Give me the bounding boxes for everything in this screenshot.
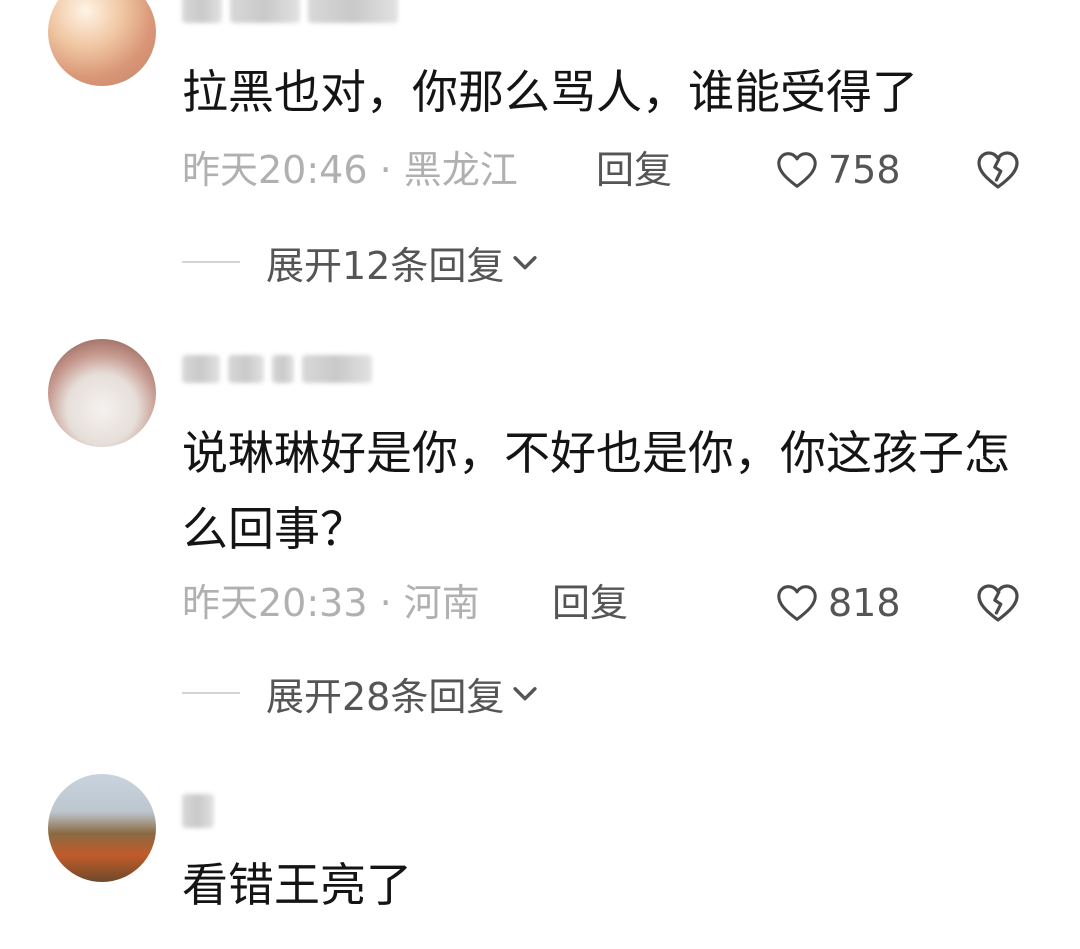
comment-time: 昨天20:33 <box>182 581 368 625</box>
comment-time-location: 昨天20:46 · 黑龙江 <box>182 140 518 200</box>
like-count: 818 <box>828 581 901 625</box>
comment-time-location: 昨天20:33 · 河南 <box>182 573 480 633</box>
reply-button[interactable]: 回复 <box>552 573 628 633</box>
comment-text: 拉黑也对，你那么骂人，谁能受得了 <box>182 65 918 119</box>
comment-meta: 昨天20:33 · 河南 回复 818 <box>182 573 1042 633</box>
comment-time: 昨天20:46 <box>182 148 368 192</box>
comment-meta: 昨天20:46 · 黑龙江 回复 758 <box>182 140 1042 200</box>
divider-line <box>182 692 240 694</box>
avatar[interactable] <box>48 774 156 882</box>
chevron-down-icon <box>513 687 537 701</box>
expand-replies-button[interactable]: 展开28条回复 <box>182 663 542 723</box>
comment-text: 看错王亮了 <box>182 858 412 912</box>
divider-line <box>182 261 240 263</box>
expand-replies-label: 展开12条回复 <box>266 243 505 288</box>
expand-replies-label: 展开28条回复 <box>266 674 505 719</box>
broken-heart-icon[interactable] <box>974 579 1022 627</box>
broken-heart-icon[interactable] <box>974 146 1022 194</box>
meta-separator: · <box>367 148 404 192</box>
like-count: 758 <box>828 148 901 192</box>
username-redacted[interactable] <box>182 0 398 24</box>
meta-separator: · <box>367 581 404 625</box>
comment-location: 河南 <box>403 581 480 625</box>
reply-button[interactable]: 回复 <box>596 140 672 200</box>
chevron-down-icon <box>513 256 537 270</box>
comment-text: 说琳琳好是你，不好也是你，你这孩子怎么回事？ <box>182 426 1010 556</box>
comment-location: 黑龙江 <box>403 148 518 192</box>
heart-outline-icon <box>777 152 817 188</box>
username-redacted[interactable] <box>182 794 214 828</box>
username-redacted[interactable] <box>182 354 372 384</box>
expand-replies-button[interactable]: 展开12条回复 <box>182 232 542 292</box>
like-button[interactable]: 758 <box>774 140 901 200</box>
heart-outline-icon <box>777 585 817 621</box>
avatar[interactable] <box>48 339 156 447</box>
avatar[interactable] <box>48 0 156 86</box>
like-button[interactable]: 818 <box>774 573 901 633</box>
